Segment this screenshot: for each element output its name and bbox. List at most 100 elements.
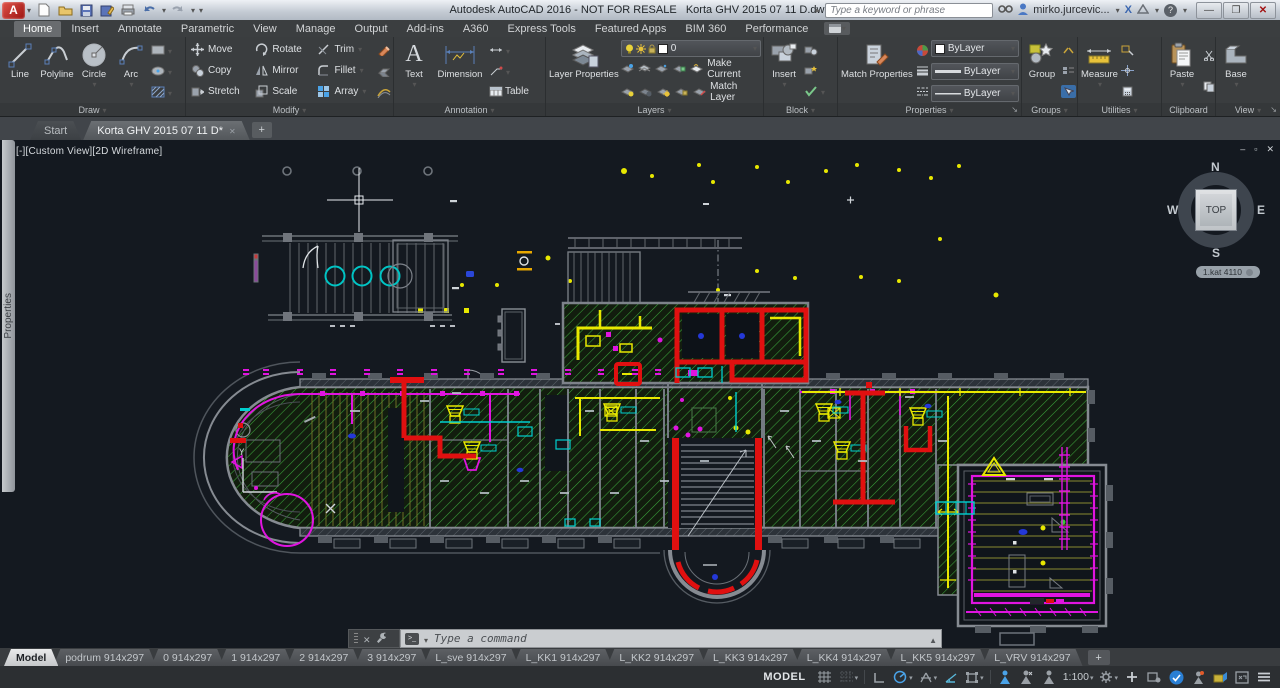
- minimize-button[interactable]: —: [1196, 1, 1222, 19]
- redo-dropdown-icon[interactable]: [190, 4, 195, 16]
- stretch-button[interactable]: Stretch: [188, 82, 248, 102]
- panel-label-annotation[interactable]: Annotation: [394, 103, 545, 116]
- layout-tab-lkk2[interactable]: L_KK2 914x297: [607, 649, 706, 666]
- command-history-up-icon[interactable]: [929, 630, 937, 648]
- layout-tab-1[interactable]: 1 914x297: [219, 649, 292, 666]
- base-button[interactable]: Base: [1218, 39, 1254, 103]
- paste-dropdown-icon[interactable]: [1179, 80, 1184, 90]
- tab-express-tools[interactable]: Express Tools: [499, 21, 585, 37]
- grid-display-button[interactable]: [815, 668, 835, 686]
- floor-plan-canvas[interactable]: Y: [0, 140, 1280, 648]
- doc-close-icon[interactable]: ✕: [1266, 144, 1274, 155]
- linetype-select[interactable]: ByLayer: [930, 85, 1019, 102]
- rectangle-icon[interactable]: [150, 44, 165, 57]
- annotation-monitor-button[interactable]: [1122, 668, 1142, 686]
- annotation-scale-button[interactable]: [1039, 668, 1059, 686]
- layer-freeze-icon[interactable]: [655, 63, 669, 76]
- group-selection-toggle-icon[interactable]: [1061, 85, 1076, 99]
- restore-button[interactable]: ❐: [1223, 1, 1249, 19]
- layer-lock-tool-icon[interactable]: [672, 63, 686, 76]
- line-button[interactable]: Line: [2, 39, 38, 103]
- copy-clip-icon[interactable]: [1201, 80, 1216, 93]
- layer-properties-button[interactable]: Layer Properties: [548, 39, 620, 103]
- command-grip[interactable]: [348, 629, 400, 648]
- circle-button[interactable]: Circle: [76, 39, 112, 103]
- annotation-scale-value[interactable]: 1:100: [1061, 668, 1096, 686]
- tab-parametric[interactable]: Parametric: [172, 21, 243, 37]
- customization-menu-button[interactable]: [1254, 668, 1274, 686]
- scale-dropdown-icon[interactable]: [1090, 671, 1094, 683]
- tab-performance[interactable]: Performance: [736, 21, 817, 37]
- match-layer-button[interactable]: Match Layer: [710, 81, 761, 103]
- layout-tab-lsve[interactable]: L_sve 914x297: [423, 649, 518, 666]
- scale-button[interactable]: Scale: [252, 82, 310, 102]
- layer-unisolate-icon[interactable]: [638, 63, 652, 76]
- layout-tab-podrum[interactable]: podrum 914x297: [53, 649, 156, 666]
- object-color-dropdown-icon[interactable]: [1010, 43, 1015, 54]
- layer-off-tool-icon[interactable]: [639, 86, 653, 99]
- model-space-button[interactable]: MODEL: [756, 668, 812, 686]
- panel-label-properties[interactable]: Properties↘: [838, 103, 1021, 116]
- create-block-icon[interactable]: [803, 44, 818, 57]
- paste-button[interactable]: Paste: [1164, 39, 1200, 103]
- layout-tab-3[interactable]: 3 914x297: [355, 649, 428, 666]
- erase-icon[interactable]: [376, 44, 391, 57]
- layer-select[interactable]: 0: [620, 40, 761, 57]
- help-dropdown-icon[interactable]: [1182, 4, 1187, 16]
- isodraft-dropdown-icon[interactable]: [934, 671, 938, 683]
- close-button[interactable]: ✕: [1250, 1, 1276, 19]
- viewport-controls[interactable]: [-][Custom View][2D Wireframe]: [16, 146, 162, 157]
- new-layout-button[interactable]: +: [1087, 650, 1110, 665]
- arc-button[interactable]: Arc: [113, 39, 149, 103]
- offset-icon[interactable]: [376, 85, 391, 98]
- layout-tab-lkk3[interactable]: L_KK3 914x297: [701, 649, 800, 666]
- qat-customize-icon[interactable]: [198, 4, 203, 16]
- tab-home[interactable]: Home: [14, 21, 62, 37]
- layout-tab-0[interactable]: 0 914x297: [151, 649, 224, 666]
- ungroup-icon[interactable]: [1061, 44, 1076, 57]
- measure-dropdown-icon[interactable]: [1097, 80, 1102, 90]
- panel-label-utilities[interactable]: Utilities: [1078, 103, 1161, 116]
- polyline-button[interactable]: Polyline: [39, 39, 75, 103]
- viewcube-west[interactable]: W: [1167, 203, 1178, 217]
- tab-bim360[interactable]: BIM 360: [676, 21, 735, 37]
- autocad-logo-icon[interactable]: A: [2, 1, 25, 19]
- layout-tab-model[interactable]: Model: [4, 649, 58, 666]
- manage-attributes-icon[interactable]: [803, 85, 818, 98]
- doc-restore-icon[interactable]: ▫: [1254, 144, 1257, 155]
- isodraft-button[interactable]: [917, 668, 940, 686]
- panel-label-layers[interactable]: Layers: [546, 103, 763, 116]
- panel-label-modify[interactable]: Modify: [186, 103, 393, 116]
- command-input[interactable]: [432, 631, 926, 646]
- circle-dropdown-icon[interactable]: [91, 80, 96, 90]
- polar-dropdown-icon[interactable]: [909, 671, 913, 683]
- tab-annotate[interactable]: Annotate: [109, 21, 171, 37]
- user-menu-dropdown-icon[interactable]: [1115, 4, 1120, 16]
- manage-attributes-dropdown-icon[interactable]: [820, 82, 825, 100]
- fillet-button[interactable]: Fillet: [314, 60, 375, 80]
- text-dropdown-icon[interactable]: [411, 80, 416, 90]
- properties-launcher-icon[interactable]: ↘: [1011, 105, 1018, 114]
- panel-label-view[interactable]: View↘: [1216, 103, 1280, 116]
- ellipse-icon[interactable]: [150, 64, 165, 77]
- object-color-select[interactable]: ByLayer: [930, 40, 1019, 57]
- search-input[interactable]: [825, 2, 994, 18]
- layer-select-dropdown-icon[interactable]: [752, 43, 757, 54]
- group-button[interactable]: Group: [1024, 39, 1060, 103]
- copy-button[interactable]: Copy: [188, 60, 248, 80]
- a360-dropdown-icon[interactable]: [1154, 4, 1159, 16]
- make-current-button[interactable]: Make Current: [707, 58, 761, 80]
- dimension-button[interactable]: Dimension: [433, 39, 487, 103]
- table-button[interactable]: Table: [505, 86, 529, 97]
- plot-icon[interactable]: [119, 2, 137, 18]
- level-indicator-pill[interactable]: 1.kat 4110: [1195, 266, 1260, 278]
- command-prompt-icon[interactable]: >_: [405, 632, 419, 645]
- app-menu-dropdown-icon[interactable]: [26, 4, 31, 16]
- array-dropdown-icon[interactable]: [361, 86, 366, 97]
- trim-button[interactable]: Trim: [314, 39, 375, 59]
- workspace-switching-button[interactable]: [1097, 668, 1120, 686]
- search-binoculars-icon[interactable]: [998, 3, 1014, 17]
- ellipse-dropdown-icon[interactable]: [167, 62, 172, 80]
- leader-icon[interactable]: [488, 64, 503, 77]
- save-icon[interactable]: [77, 2, 95, 18]
